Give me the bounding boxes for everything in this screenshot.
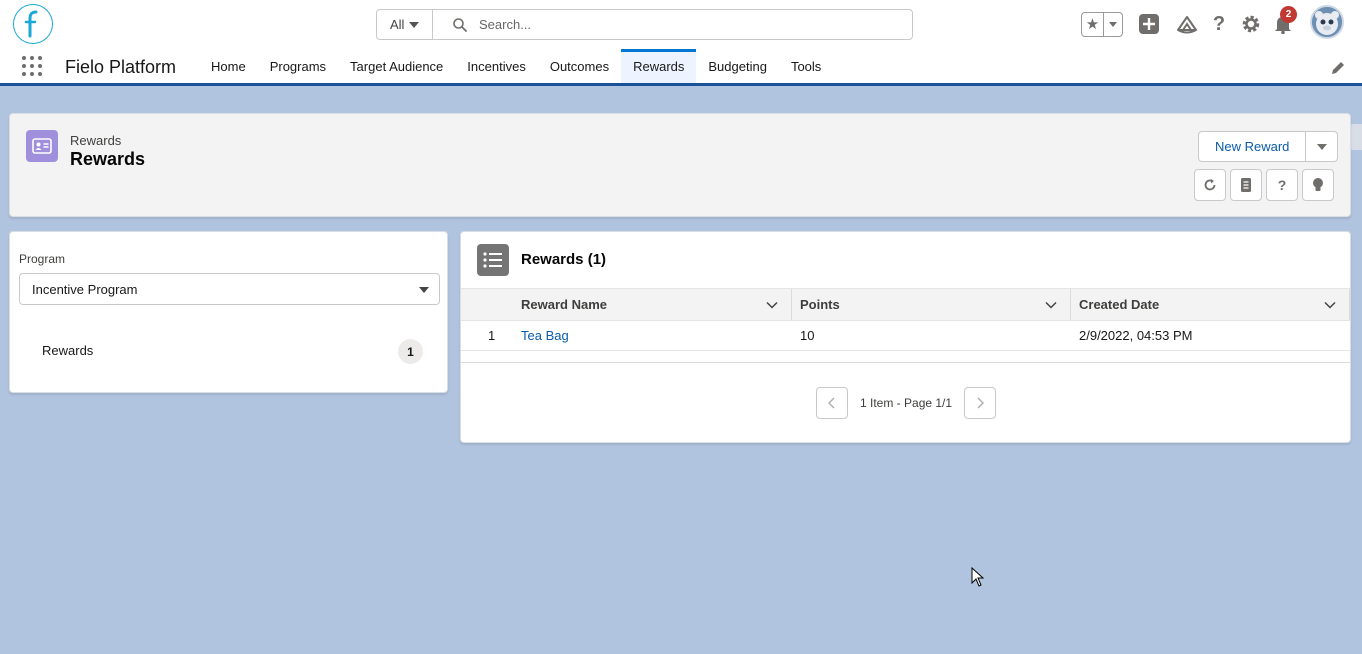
app-navigation-bar: Fielo Platform Home Programs Target Audi… (0, 49, 1362, 86)
trailhead-icon (1177, 16, 1197, 34)
help-icon[interactable]: ? (1208, 13, 1230, 35)
list-view-icon (477, 244, 509, 276)
program-filter-panel: Program Incentive Program Rewards 1 (9, 231, 448, 393)
nav-tab-tools[interactable]: Tools (779, 49, 833, 83)
chevron-right-icon (977, 397, 985, 409)
lightbulb-icon (1313, 178, 1323, 191)
nav-tab-incentives[interactable]: Incentives (455, 49, 538, 83)
app-launcher-icon[interactable] (22, 56, 42, 76)
fielo-logo-icon (24, 10, 38, 38)
next-page-button[interactable] (964, 387, 997, 419)
search-scope-dropdown[interactable]: All (377, 10, 433, 39)
page-title: Rewards (70, 149, 146, 169)
list-icon (483, 252, 502, 268)
chevron-down-icon (1109, 22, 1117, 27)
user-avatar[interactable] (1310, 5, 1344, 39)
pagination: 1 Item - Page 1/1 (816, 387, 997, 419)
rewards-list-view: Rewards (1) Reward Name Points Created D… (460, 231, 1351, 443)
avatar-icon (1312, 7, 1342, 37)
nav-tab-outcomes[interactable]: Outcomes (538, 49, 621, 83)
refresh-button[interactable] (1194, 169, 1226, 201)
search-input[interactable] (479, 17, 879, 32)
chevron-left-icon (828, 397, 835, 409)
favorites-list-button[interactable] (1104, 22, 1122, 27)
global-header: All ★ ? (0, 0, 1362, 49)
global-actions-button[interactable] (1138, 13, 1160, 35)
notebook-icon (1241, 178, 1251, 192)
setup-button[interactable] (1240, 13, 1262, 35)
notes-button[interactable] (1230, 169, 1262, 201)
add-icon (1139, 14, 1159, 34)
column-header-created-date[interactable]: Created Date (1079, 289, 1159, 320)
tips-button[interactable] (1302, 169, 1334, 201)
side-panel-handle[interactable] (1350, 124, 1362, 150)
favorites-star-icon[interactable]: ★ (1082, 13, 1104, 36)
row-number: 1 (488, 328, 496, 343)
chevron-down-icon[interactable] (1044, 298, 1058, 312)
chevron-down-icon (409, 21, 420, 28)
divider (461, 362, 1350, 363)
pagination-text: 1 Item - Page 1/1 (860, 396, 953, 410)
object-type-label: Rewards (70, 133, 122, 148)
chevron-down-icon[interactable] (1323, 298, 1337, 312)
gear-icon (1242, 15, 1260, 33)
search-scope-label: All (390, 17, 405, 32)
column-header-reward-name[interactable]: Reward Name (521, 289, 607, 320)
mouse-cursor-icon (971, 567, 985, 587)
global-search: All (376, 9, 913, 40)
table-row: 1 Tea Bag 10 2/9/2022, 04:53 PM (461, 321, 1350, 351)
search-icon (453, 17, 467, 32)
header-icon-buttons: ? (1194, 169, 1334, 201)
nav-tab-programs[interactable]: Programs (258, 49, 338, 83)
nav-tab-home[interactable]: Home (199, 49, 258, 83)
help-icon[interactable]: ? (1266, 169, 1298, 201)
rewards-filter-item[interactable]: Rewards (42, 343, 93, 358)
id-card-icon (32, 138, 52, 154)
rewards-count-badge: 1 (398, 339, 423, 364)
search-field[interactable] (433, 10, 912, 39)
previous-page-button[interactable] (816, 387, 848, 419)
table-header: Reward Name Points Created Date (461, 288, 1350, 321)
chevron-down-icon[interactable] (765, 298, 779, 312)
notification-count-badge: 2 (1280, 6, 1297, 23)
program-select-value: Incentive Program (32, 281, 138, 297)
nav-tab-target-audience[interactable]: Target Audience (338, 49, 455, 83)
fielo-logo[interactable] (13, 4, 53, 44)
program-label: Program (19, 252, 66, 266)
points-cell: 10 (800, 328, 815, 343)
column-header-points[interactable]: Points (800, 289, 840, 320)
trailhead-button[interactable] (1176, 13, 1198, 35)
list-title: Rewards (1) (521, 251, 607, 268)
reward-name-link[interactable]: Tea Bag (521, 328, 569, 343)
nav-tabs: Home Programs Target Audience Incentives… (199, 49, 833, 83)
page-header: Rewards Rewards New Reward ? (9, 113, 1351, 217)
refresh-icon (1204, 179, 1216, 191)
rewards-object-icon (26, 130, 58, 162)
chevron-down-icon (1316, 143, 1327, 150)
created-date-cell: 2/9/2022, 04:53 PM (1079, 328, 1193, 343)
app-name: Fielo Platform (65, 57, 177, 77)
nav-tab-rewards[interactable]: Rewards (621, 49, 697, 83)
header-button-group: New Reward (1198, 131, 1339, 162)
edit-nav-icon[interactable] (1330, 60, 1346, 76)
more-actions-dropdown[interactable] (1306, 131, 1339, 162)
nav-tab-budgeting[interactable]: Budgeting (696, 49, 779, 83)
favorites-button-group: ★ (1081, 12, 1123, 37)
new-reward-button[interactable]: New Reward (1198, 131, 1307, 162)
program-select[interactable]: Incentive Program (19, 273, 440, 305)
chevron-down-icon (419, 287, 429, 293)
